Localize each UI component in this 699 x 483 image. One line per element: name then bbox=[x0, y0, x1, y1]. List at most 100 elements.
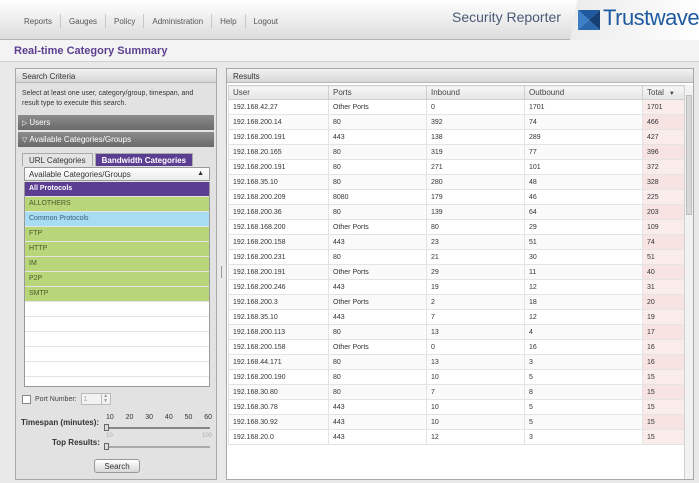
table-row[interactable]: 192.168.200.158 Other Ports 0 16 16 bbox=[228, 339, 685, 355]
table-row[interactable]: 192.168.30.78 443 10 5 15 bbox=[228, 399, 685, 415]
category-item[interactable]: HTTP bbox=[25, 242, 209, 257]
timespan-tick-label: 60 bbox=[204, 414, 212, 421]
cell-ports: Other Ports bbox=[328, 294, 427, 310]
table-row[interactable]: 192.168.200.158 443 23 51 74 bbox=[228, 234, 685, 250]
category-item[interactable]: SMTP bbox=[25, 287, 209, 302]
port-number-label: Port Number: bbox=[35, 395, 77, 403]
tab-bandwidth-categories[interactable]: Bandwidth Categories bbox=[94, 153, 194, 166]
results-scrollbar[interactable] bbox=[684, 85, 693, 479]
column-ports[interactable]: Ports bbox=[328, 85, 427, 100]
category-item[interactable]: ALLOTHERS bbox=[25, 197, 209, 212]
table-row[interactable]: 192.168.200.191 Other Ports 29 11 40 bbox=[228, 264, 685, 280]
table-row[interactable]: 192.168.44.171 80 13 3 16 bbox=[228, 354, 685, 370]
cell-ports: 8080 bbox=[328, 189, 427, 205]
timespan-slider-thumb[interactable] bbox=[104, 424, 109, 431]
column-inbound[interactable]: Inbound bbox=[426, 85, 525, 100]
categories-dropdown[interactable]: Available Categories/Groups ▲ bbox=[24, 167, 210, 181]
category-item[interactable]: FTP bbox=[25, 227, 209, 242]
cell-ports: 80 bbox=[328, 324, 427, 340]
category-item[interactable]: P2P bbox=[25, 272, 209, 287]
cell-user: 192.168.30.80 bbox=[228, 384, 329, 400]
timespan-tick-label: 40 bbox=[164, 414, 173, 421]
cell-outbound: 64 bbox=[524, 204, 643, 220]
top-results-tick-label: 100 bbox=[201, 433, 212, 439]
cell-outbound: 4 bbox=[524, 324, 643, 340]
table-row[interactable]: 192.168.35.10 443 7 12 19 bbox=[228, 309, 685, 325]
port-number-checkbox[interactable] bbox=[22, 394, 31, 404]
cell-ports: 443 bbox=[328, 429, 427, 445]
cell-user: 192.168.30.92 bbox=[228, 414, 329, 430]
cell-ports: 80 bbox=[328, 249, 427, 265]
cell-outbound: 46 bbox=[524, 189, 643, 205]
search-button[interactable]: Search bbox=[94, 459, 140, 473]
cell-inbound: 10 bbox=[426, 369, 525, 385]
nav-administration[interactable]: Administration bbox=[144, 17, 211, 26]
panel-splitter[interactable] bbox=[218, 265, 224, 279]
category-list: All Protocols ALLOTHERS Common Protocols FT… bbox=[24, 182, 210, 387]
cell-outbound: 12 bbox=[524, 309, 643, 325]
cell-user: 192.168.200.158 bbox=[228, 234, 329, 250]
table-row[interactable]: 192.168.200.191 80 271 101 372 bbox=[228, 159, 685, 175]
table-row[interactable]: 192.168.200.36 80 139 64 203 bbox=[228, 204, 685, 220]
nav-policy[interactable]: Policy bbox=[106, 17, 143, 26]
cell-outbound: 289 bbox=[524, 129, 643, 145]
table-row[interactable]: 192.168.30.92 443 10 5 15 bbox=[228, 414, 685, 430]
cell-outbound: 18 bbox=[524, 294, 643, 310]
table-row[interactable]: 192.168.200.231 80 21 30 51 bbox=[228, 249, 685, 265]
category-item[interactable]: All Protocols bbox=[25, 182, 209, 197]
table-row[interactable]: 192.168.200.3 Other Ports 2 18 20 bbox=[228, 294, 685, 310]
cell-ports: 443 bbox=[328, 234, 427, 250]
cell-user: 192.168.200.209 bbox=[228, 189, 329, 205]
nav-logout[interactable]: Logout bbox=[246, 17, 286, 26]
cell-inbound: 280 bbox=[426, 174, 525, 190]
category-empty-row bbox=[25, 317, 209, 332]
cell-user: 192.168.200.113 bbox=[228, 324, 329, 340]
table-row[interactable]: 192.168.200.209 8080 179 46 225 bbox=[228, 189, 685, 205]
users-section-toggle[interactable]: ▷ Users bbox=[18, 115, 214, 130]
category-item[interactable]: Common Protocols bbox=[25, 212, 209, 227]
main-menu: Reports Gauges Policy Administration Hel… bbox=[16, 14, 286, 28]
cell-user: 192.168.20.165 bbox=[228, 144, 329, 160]
column-user[interactable]: User bbox=[228, 85, 329, 100]
cell-user: 192.168.200.36 bbox=[228, 204, 329, 220]
cell-total: 40 bbox=[642, 264, 685, 280]
stepper-arrows-icon[interactable]: ▲ ▼ bbox=[100, 394, 110, 404]
category-tabs: URL Categories Bandwidth Categories bbox=[22, 153, 195, 166]
available-categories-toggle[interactable]: ▽ Available Categories/Groups bbox=[18, 132, 214, 147]
column-outbound[interactable]: Outbound bbox=[524, 85, 643, 100]
cell-total: 15 bbox=[642, 429, 685, 445]
top-results-slider[interactable] bbox=[106, 446, 210, 448]
scrollbar-thumb[interactable] bbox=[686, 95, 692, 215]
port-number-row: Port Number: 1 ▲ ▼ bbox=[22, 393, 111, 405]
table-row[interactable]: 192.168.168.200 Other Ports 80 29 109 bbox=[228, 219, 685, 235]
tab-url-categories[interactable]: URL Categories bbox=[22, 153, 93, 166]
table-row[interactable]: 192.168.200.246 443 19 12 31 bbox=[228, 279, 685, 295]
brand-name: Trustwave bbox=[603, 5, 699, 30]
cell-total: 74 bbox=[642, 234, 685, 250]
nav-gauges[interactable]: Gauges bbox=[61, 17, 105, 26]
table-row[interactable]: 192.168.200.191 443 138 289 427 bbox=[228, 129, 685, 145]
column-total[interactable]: Total ▼ bbox=[642, 85, 685, 100]
cell-user: 192.168.200.231 bbox=[228, 249, 329, 265]
page-title: Real-time Category Summary bbox=[14, 45, 168, 57]
cell-total: 225 bbox=[642, 189, 685, 205]
table-row[interactable]: 192.168.20.165 80 319 77 396 bbox=[228, 144, 685, 160]
table-row[interactable]: 192.168.200.190 80 10 5 15 bbox=[228, 369, 685, 385]
search-instructions: Select at least one user, category/group… bbox=[22, 90, 194, 107]
category-empty-row bbox=[25, 362, 209, 377]
table-row[interactable]: 192.168.42.27 Other Ports 0 1701 1701 bbox=[228, 99, 685, 115]
table-row[interactable]: 192.168.200.113 80 13 4 17 bbox=[228, 324, 685, 340]
port-number-stepper[interactable]: 1 ▲ ▼ bbox=[80, 393, 111, 405]
table-row[interactable]: 192.168.35.10 80 280 48 328 bbox=[228, 174, 685, 190]
nav-help[interactable]: Help bbox=[212, 17, 244, 26]
timespan-slider[interactable] bbox=[106, 427, 210, 429]
table-row[interactable]: 192.168.20.0 443 12 3 15 bbox=[228, 429, 685, 445]
top-results-slider-thumb[interactable] bbox=[104, 443, 109, 450]
table-row[interactable]: 192.168.200.14 80 392 74 466 bbox=[228, 114, 685, 130]
cell-user: 192.168.200.246 bbox=[228, 279, 329, 295]
category-item[interactable]: IM bbox=[25, 257, 209, 272]
cell-total: 1701 bbox=[642, 99, 685, 115]
nav-reports[interactable]: Reports bbox=[16, 17, 60, 26]
brand-wordmark: Trustwave® bbox=[603, 5, 699, 31]
table-row[interactable]: 192.168.30.80 80 7 8 15 bbox=[228, 384, 685, 400]
